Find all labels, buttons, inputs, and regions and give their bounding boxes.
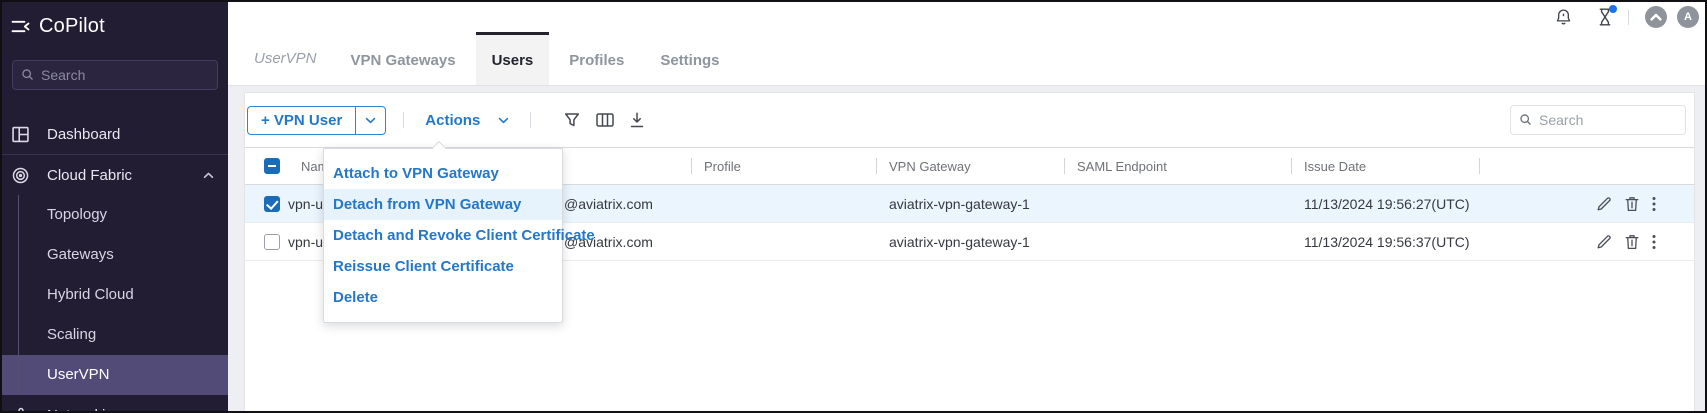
edit-pencil-icon[interactable]: [1596, 196, 1612, 212]
sidebar-item-hybrid-cloud[interactable]: Hybrid Cloud: [2, 275, 228, 315]
copilot-window: CoPilot Dashboard: [0, 0, 1707, 413]
toolbar-divider: [403, 112, 405, 128]
menu-item-reissue-client-cert[interactable]: Reissue Client Certificate: [324, 251, 562, 282]
tab-profiles[interactable]: Profiles: [553, 32, 640, 85]
sidebar-nav: Dashboard Cloud Fabric Topology Gateways…: [2, 114, 228, 412]
column-header-issue-date[interactable]: Issue Date: [1291, 148, 1479, 184]
vpn-gateway-cell: aviatrix-vpn-gateway-1: [889, 195, 1030, 212]
sidebar-item-topology[interactable]: Topology: [2, 195, 228, 235]
notifications-bell-icon[interactable]: [1555, 8, 1572, 26]
copilot-logo-avatar[interactable]: [1645, 6, 1667, 28]
toolbar-divider: [530, 112, 532, 128]
page-title: UserVPN: [254, 50, 317, 67]
menu-item-detach-and-revoke-cert[interactable]: Detach and Revoke Client Certificate: [324, 220, 595, 251]
column-header-profile[interactable]: Profile: [691, 148, 876, 184]
sidebar-item-dashboard[interactable]: Dashboard: [2, 114, 228, 154]
sidebar-search-input[interactable]: [12, 60, 218, 90]
cloud-fabric-submenu: Topology Gateways Hybrid Cloud Scaling U…: [2, 195, 228, 395]
row-checkbox[interactable]: [264, 195, 280, 212]
tab-settings[interactable]: Settings: [644, 32, 735, 85]
column-header-actions: [1479, 148, 1694, 184]
edit-pencil-icon[interactable]: [1596, 234, 1612, 250]
add-vpn-user-split-button: + VPN User: [247, 105, 387, 135]
filter-icon[interactable]: [564, 112, 580, 128]
select-all-checkbox[interactable]: [264, 158, 280, 174]
actions-dropdown-menu: Attach to VPN Gateway Detach from VPN Ga…: [323, 140, 595, 323]
columns-icon[interactable]: [596, 113, 615, 127]
row-actions-cell: [1479, 234, 1694, 250]
kebab-menu-icon[interactable]: [1652, 234, 1656, 250]
dashboard-icon: [12, 126, 29, 143]
search-icon: [1519, 113, 1532, 126]
sidebar-item-scaling[interactable]: Scaling: [2, 315, 228, 355]
sidebar-item-label: Networking: [47, 407, 122, 412]
actions-menu-button[interactable]: Actions: [421, 112, 513, 129]
notification-dot: [1609, 5, 1617, 13]
search-icon: [21, 68, 34, 81]
row-checkbox[interactable]: [264, 233, 280, 250]
sidebar-item-networking[interactable]: Networking: [2, 395, 228, 412]
add-vpn-user-dropdown-toggle[interactable]: [355, 106, 385, 134]
avatar-letter: A: [1684, 11, 1692, 23]
issue-date-cell: 11/13/2024 19:56:37(UTC): [1304, 233, 1470, 250]
row-select-cell: [245, 233, 288, 250]
add-vpn-user-button[interactable]: + VPN User: [248, 107, 355, 134]
sidebar-item-uservpn[interactable]: UserVPN: [2, 355, 228, 395]
app-title: CoPilot: [39, 14, 105, 37]
menu-item-delete[interactable]: Delete: [324, 282, 562, 313]
sidebar-collapse-icon[interactable]: [11, 19, 30, 34]
menu-item-detach-from-vpn-gateway[interactable]: Detach from VPN Gateway: [324, 189, 562, 220]
chevron-up-icon: [203, 172, 214, 179]
email-cell: @aviatrix.com: [564, 195, 653, 212]
cloud-fabric-icon: [12, 167, 29, 184]
tab-bar: UserVPN VPN Gateways Users Profiles Sett…: [228, 32, 1705, 86]
column-header-saml-endpoint[interactable]: SAML Endpoint: [1064, 148, 1291, 184]
sidebar-search: [12, 60, 218, 90]
row-actions-cell: [1479, 196, 1694, 212]
column-header-vpn-gateway[interactable]: VPN Gateway: [876, 148, 1064, 184]
table-search-input[interactable]: [1510, 105, 1686, 135]
sidebar-item-label: Dashboard: [47, 125, 121, 143]
menu-item-attach-to-vpn-gateway[interactable]: Attach to VPN Gateway: [324, 158, 562, 189]
sidebar-item-label: Cloud Fabric: [47, 166, 133, 184]
table-toolbar: + VPN User Actions: [245, 93, 1694, 147]
delete-trash-icon[interactable]: [1625, 234, 1639, 250]
sidebar-header: CoPilot: [2, 2, 228, 40]
vpn-gateway-cell: aviatrix-vpn-gateway-1: [889, 233, 1030, 250]
actions-label: Actions: [425, 111, 481, 129]
sidebar-item-cloud-fabric[interactable]: Cloud Fabric: [2, 155, 228, 195]
download-icon[interactable]: [630, 112, 644, 128]
chevron-up-logo-icon: [1650, 13, 1662, 21]
select-all-cell: [245, 148, 288, 184]
user-avatar[interactable]: A: [1677, 6, 1699, 28]
table-search: [1510, 105, 1686, 135]
delete-trash-icon[interactable]: [1625, 196, 1639, 212]
tab-vpn-gateways[interactable]: VPN Gateways: [335, 32, 472, 85]
row-select-cell: [245, 195, 288, 212]
issue-date-cell: 11/13/2024 19:56:27(UTC): [1304, 195, 1470, 212]
column-header-email[interactable]: [541, 148, 691, 184]
networking-icon: [12, 407, 29, 411]
chevron-down-icon: [498, 117, 509, 124]
sidebar-item-gateways[interactable]: Gateways: [2, 235, 228, 275]
tasks-hourglass-icon[interactable]: [1598, 5, 1617, 26]
top-header-bar: A: [228, 2, 1705, 32]
header-divider: [1628, 9, 1629, 25]
tab-users[interactable]: Users: [475, 32, 550, 85]
kebab-menu-icon[interactable]: [1652, 196, 1656, 212]
sidebar: CoPilot Dashboard: [2, 2, 228, 411]
